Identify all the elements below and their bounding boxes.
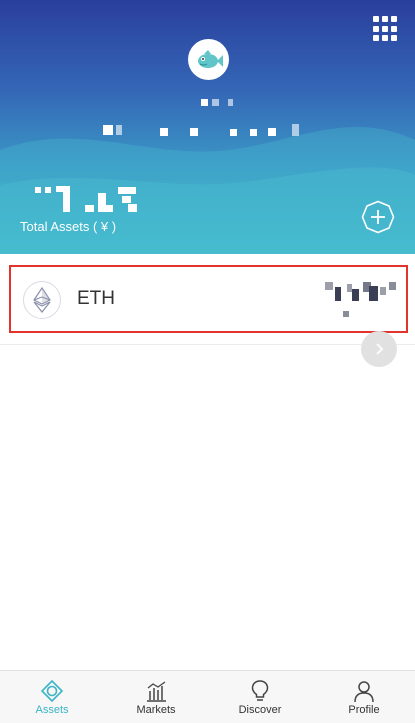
fish-icon xyxy=(197,49,223,68)
wallet-avatar[interactable] xyxy=(188,39,229,80)
bottom-tab-bar: Assets Markets Discover Profile xyxy=(0,670,415,723)
diamond-icon xyxy=(40,679,64,703)
tab-profile[interactable]: Profile xyxy=(312,671,415,723)
person-icon xyxy=(354,681,374,703)
tab-markets[interactable]: Markets xyxy=(104,671,208,723)
next-page-button[interactable] xyxy=(361,331,397,367)
add-asset-button[interactable] xyxy=(361,200,395,234)
list-divider xyxy=(0,344,415,345)
tab-label: Markets xyxy=(136,704,176,716)
tab-discover[interactable]: Discover xyxy=(208,671,312,723)
tab-assets[interactable]: Assets xyxy=(0,671,104,723)
asset-symbol: ETH xyxy=(77,288,115,309)
chart-icon xyxy=(147,681,166,702)
grid-menu-icon[interactable] xyxy=(373,16,399,42)
ethereum-icon xyxy=(23,281,61,319)
asset-row-eth[interactable]: ETH xyxy=(9,265,408,333)
tab-label: Assets xyxy=(35,704,69,716)
bulb-icon xyxy=(251,680,269,701)
tab-label: Profile xyxy=(348,704,380,716)
wallet-header: Total Assets ( ¥ ) xyxy=(0,0,415,254)
total-assets-label: Total Assets ( ¥ ) xyxy=(20,219,117,234)
tab-label: Discover xyxy=(238,704,282,716)
chevron-right-icon xyxy=(376,343,384,355)
